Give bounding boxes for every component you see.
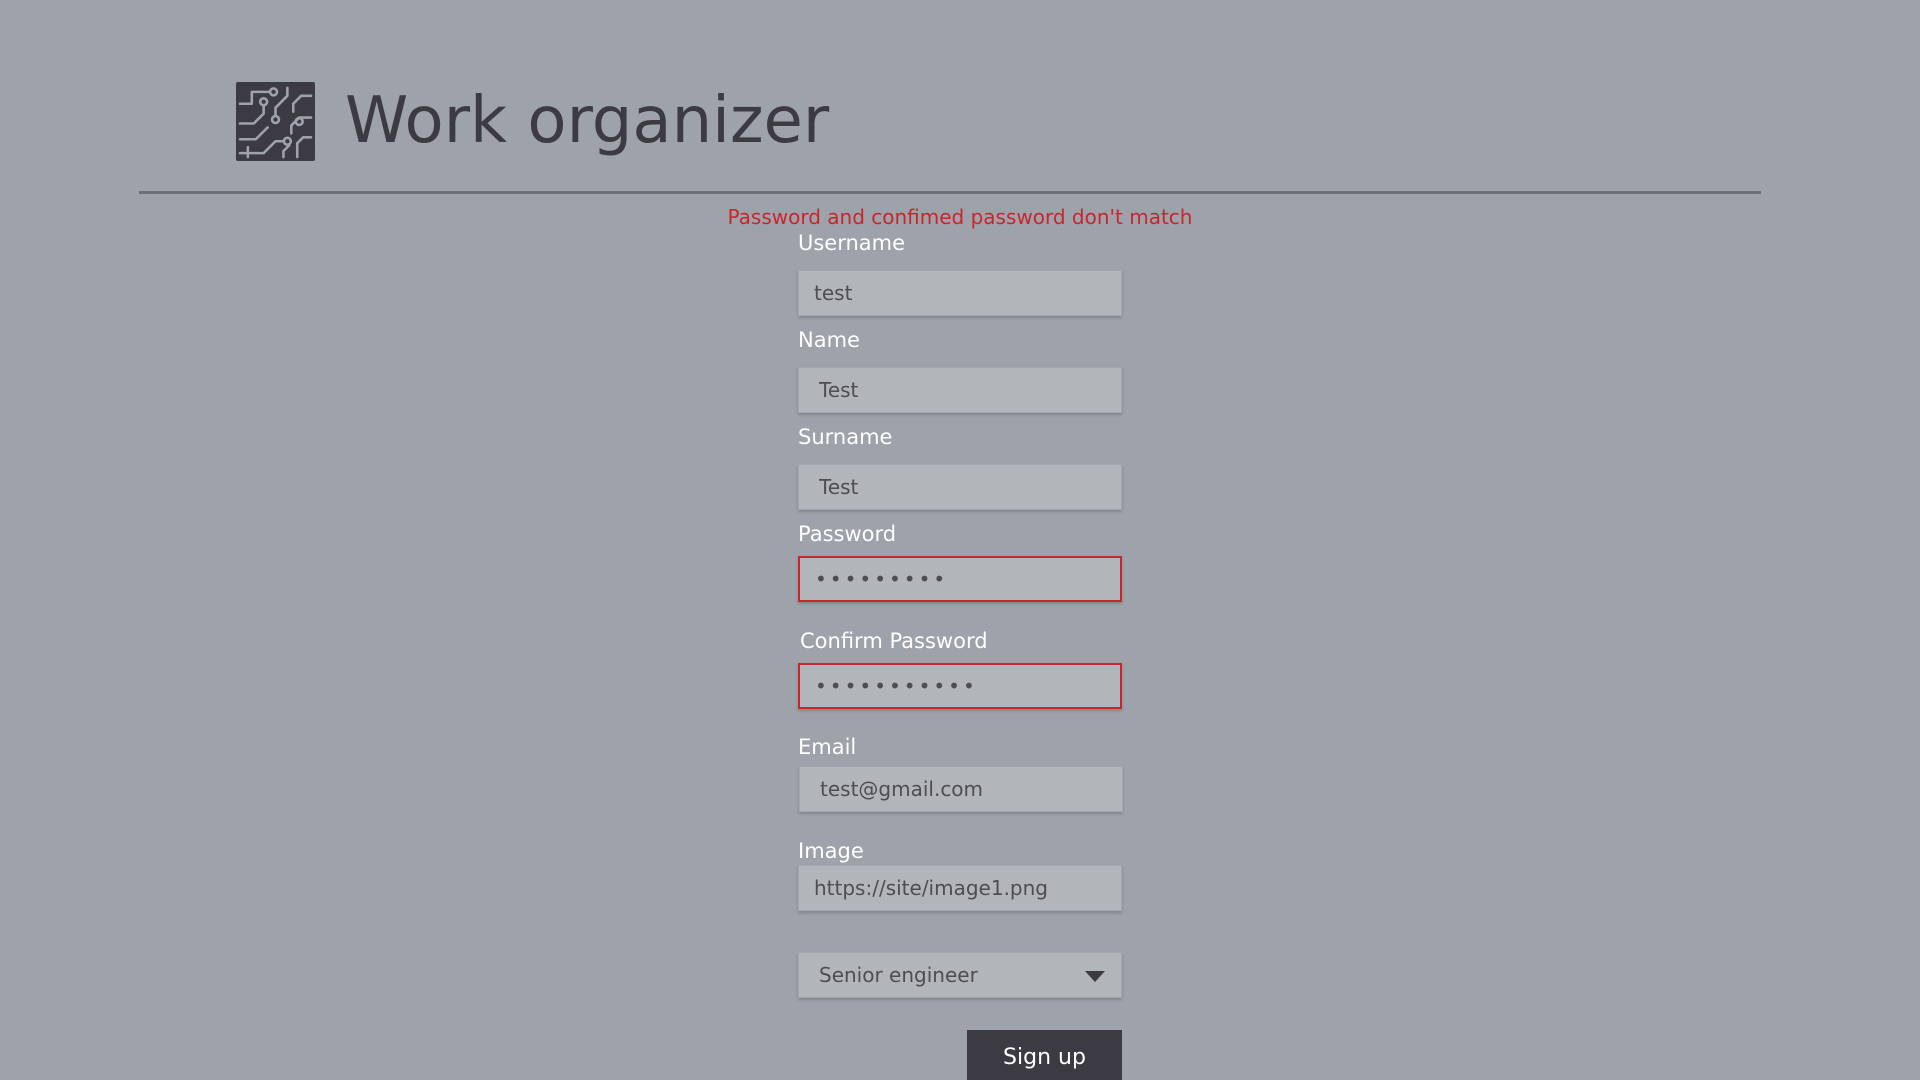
email-label: Email — [798, 735, 857, 759]
password-label: Password — [798, 522, 897, 546]
password-mismatch-error: Password and confimed password don't mat… — [727, 205, 1193, 229]
image-url-input[interactable] — [798, 865, 1122, 911]
confirm-password-label: Confirm Password — [800, 629, 988, 653]
surname-label: Surname — [798, 425, 893, 449]
position-select-value: Senior engineer — [819, 963, 978, 987]
header-divider — [139, 191, 1761, 194]
surname-input[interactable] — [798, 464, 1122, 510]
username-input[interactable] — [798, 270, 1122, 316]
confirm-password-input[interactable] — [798, 663, 1122, 709]
app-header: Work organizer — [236, 81, 829, 161]
name-label: Name — [798, 328, 860, 352]
circuit-board-icon — [236, 81, 315, 161]
app-title: Work organizer — [345, 84, 830, 158]
sign-up-button[interactable]: Sign up — [967, 1030, 1122, 1080]
email-input[interactable] — [799, 766, 1123, 812]
signup-page: Work organizer Password and confimed pas… — [0, 0, 1920, 1080]
image-label: Image — [798, 839, 864, 863]
username-label: Username — [798, 231, 906, 255]
chevron-down-icon — [1085, 971, 1105, 982]
name-input[interactable] — [798, 367, 1122, 413]
position-select[interactable]: Senior engineer — [798, 952, 1122, 998]
password-input[interactable] — [798, 556, 1122, 602]
